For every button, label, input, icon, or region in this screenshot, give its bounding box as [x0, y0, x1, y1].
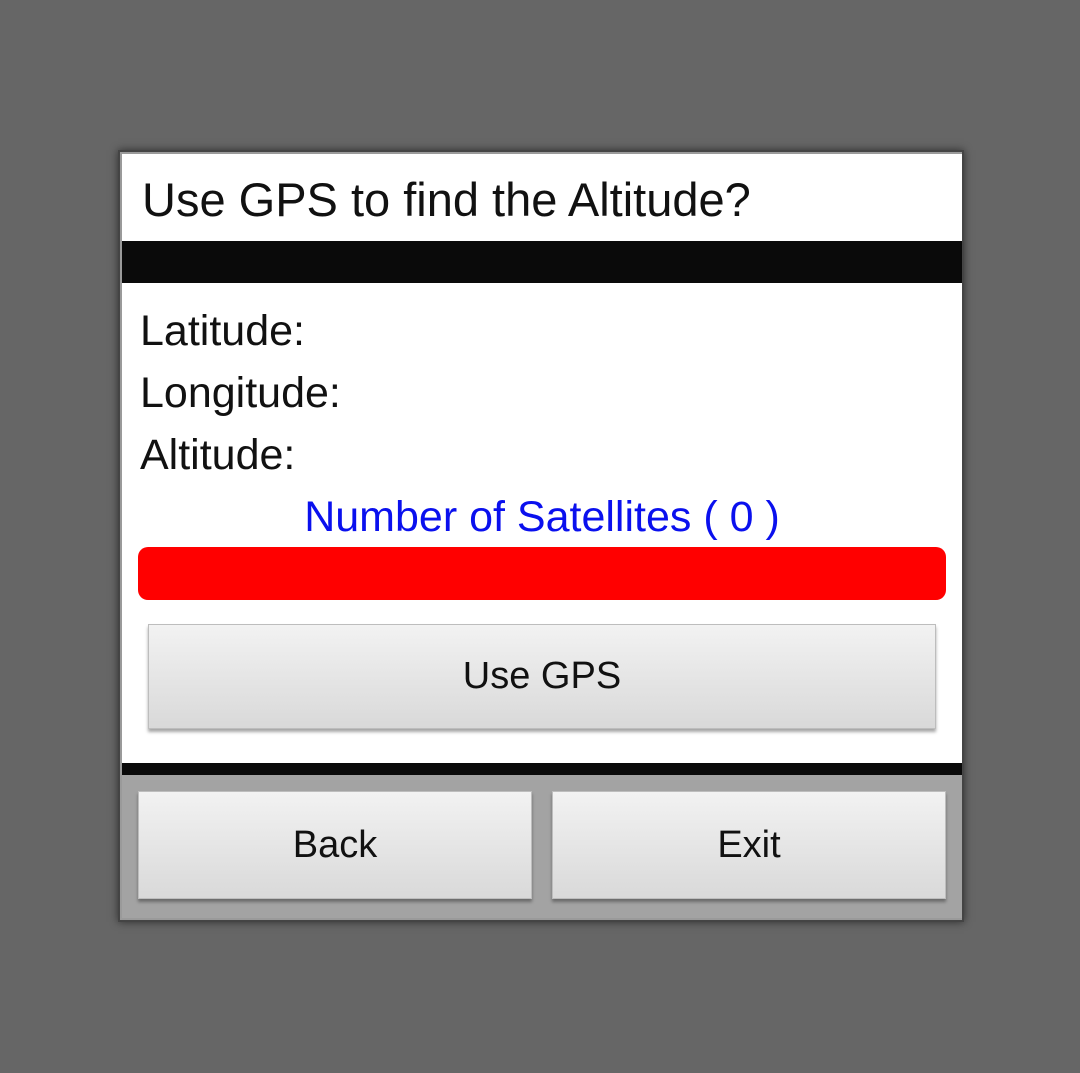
use-gps-button[interactable]: Use GPS: [148, 624, 936, 729]
back-button[interactable]: Back: [138, 791, 532, 899]
gps-status-bar: [138, 547, 946, 600]
altitude-label: Altitude:: [140, 431, 296, 479]
latitude-label: Latitude:: [140, 307, 305, 355]
title-divider: [122, 241, 962, 283]
dialog-title: Use GPS to find the Altitude?: [142, 173, 751, 226]
content-bottom-divider: [122, 763, 962, 775]
dialog-title-bar: Use GPS to find the Altitude?: [122, 154, 962, 241]
longitude-label: Longitude:: [140, 369, 341, 417]
gps-altitude-dialog: Use GPS to find the Altitude? Latitude: …: [118, 150, 964, 922]
dialog-content: Latitude: Longitude: Altitude: Number of…: [122, 283, 962, 763]
satellite-count-label: Number of Satellites ( 0 ): [304, 493, 780, 541]
exit-button[interactable]: Exit: [552, 791, 946, 899]
dialog-button-bar: Back Exit: [122, 775, 962, 918]
